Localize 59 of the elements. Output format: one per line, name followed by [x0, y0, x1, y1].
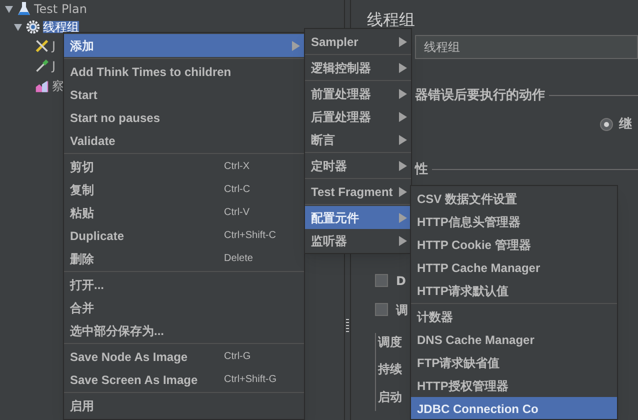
menu-item[interactable]: 后置处理器 [305, 105, 411, 128]
menu-item[interactable]: 断言 [305, 128, 411, 151]
menu-item[interactable]: 添加 [64, 34, 304, 57]
menu-item[interactable]: 计数器 [411, 305, 617, 328]
menu-item[interactable]: 删除 Delete [64, 247, 304, 270]
menu-item[interactable]: FTP请求缺省值 [411, 351, 617, 374]
menu-item[interactable]: 前置处理器 [305, 82, 411, 105]
menu-item[interactable]: Start [64, 83, 304, 106]
menu-item[interactable]: Save Screen As Image Ctrl+Shift-G [64, 368, 304, 391]
group-legend: 器错误后要执行的动作 [415, 86, 545, 106]
field-label: 持续 [378, 361, 402, 378]
menu-item[interactable]: CSV 数据文件设置 [411, 187, 617, 210]
menu-item[interactable]: Validate [64, 129, 304, 152]
menu-item[interactable]: HTTP信息头管理器 [411, 210, 617, 233]
menu-item[interactable]: 打开... [64, 273, 304, 296]
menu-item[interactable]: Save Node As Image Ctrl-G [64, 345, 304, 368]
tree-node-label[interactable]: Test Plan [34, 3, 87, 15]
menu-item[interactable]: DNS Cache Manager [411, 328, 617, 351]
panel-title: 线程组 [367, 9, 416, 31]
tree-node-label[interactable]: J [52, 40, 56, 52]
checkbox-label: 调 [396, 302, 408, 318]
menu-item[interactable]: 剪切 Ctrl-X [64, 155, 304, 178]
field-label: 启动 [378, 389, 402, 406]
menu-item[interactable]: JDBC Connection Co [411, 397, 617, 419]
tree-node-label[interactable]: 线程组 [43, 21, 79, 33]
menu-item[interactable]: 逻辑控制器 [305, 56, 411, 79]
splitter-grip[interactable] [346, 318, 349, 332]
tree-node-label[interactable]: 察 [52, 80, 64, 92]
menu-item[interactable]: 粘贴 Ctrl-V [64, 201, 304, 224]
radio-button[interactable] [600, 118, 613, 131]
menu-item[interactable]: HTTP Cache Manager [411, 256, 617, 279]
menu-item[interactable]: 配置元件 [305, 206, 411, 229]
menu-item[interactable]: Add Think Times to children [64, 60, 304, 83]
chart-icon [35, 78, 49, 94]
menu-item[interactable]: 启用 [64, 394, 304, 417]
checkbox[interactable] [375, 274, 388, 287]
checkbox[interactable] [375, 303, 388, 316]
menu-item[interactable]: HTTP Cookie 管理器 [411, 233, 617, 256]
menu-item[interactable]: Duplicate Ctrl+Shift-C [64, 224, 304, 247]
group-legend: 性 [415, 160, 428, 179]
radio-label: 继 [619, 116, 632, 134]
gear-icon [26, 18, 40, 36]
pipette-icon [35, 58, 49, 74]
flask-icon [17, 1, 31, 17]
menu-item[interactable]: 监听器 [305, 229, 411, 252]
tools-icon [35, 38, 49, 54]
tree-node-label[interactable]: J [52, 60, 56, 72]
menu-item[interactable]: 复制 Ctrl-C [64, 178, 304, 201]
menu-item[interactable]: Sampler [305, 30, 411, 53]
menu-item[interactable]: Test Fragment [305, 180, 411, 203]
menu-item[interactable]: HTTP授权管理器 [411, 374, 617, 397]
menu-item[interactable]: 选中部分保存为... [64, 319, 304, 342]
menu-item[interactable]: HTTP请求默认值 [411, 279, 617, 302]
name-field[interactable]: 线程组 [415, 35, 638, 59]
menu-item[interactable]: 合并 [64, 296, 304, 319]
menu-item[interactable]: 定时器 [305, 154, 411, 177]
checkbox-label: D [396, 272, 406, 290]
menu-item[interactable]: Start no pauses [64, 106, 304, 129]
group-legend: 调度 [378, 333, 402, 355]
